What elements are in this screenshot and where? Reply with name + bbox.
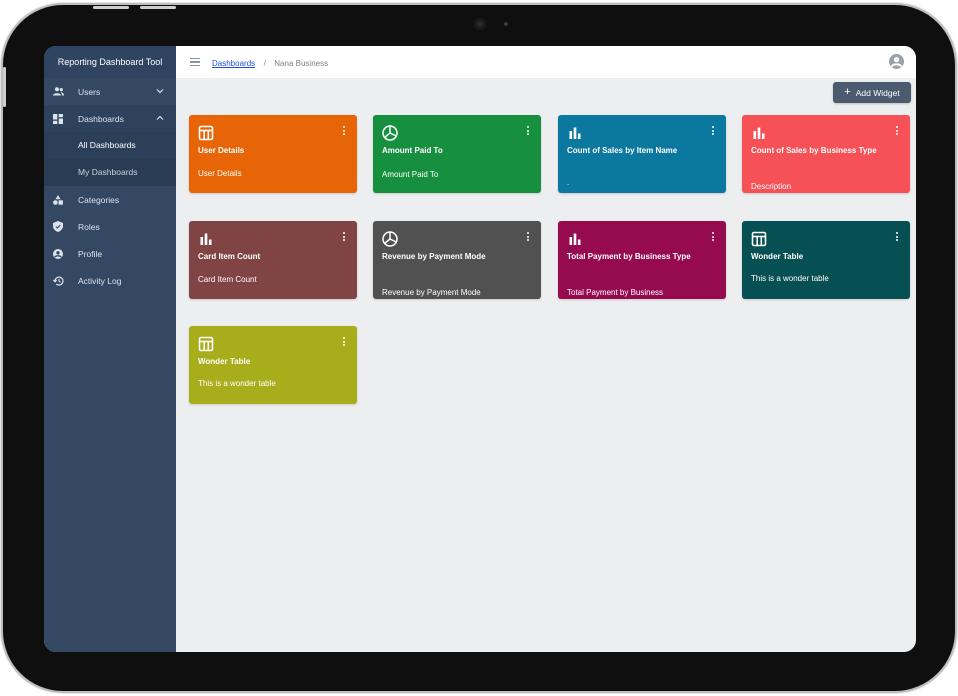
widget-description: Revenue by Payment Mode [382,288,481,297]
more-options-icon[interactable] [895,126,899,136]
chevron-down-icon [156,89,164,94]
widget-description: This is a wonder table [751,274,829,283]
dashboard-icon [52,113,64,125]
more-options-icon[interactable] [342,232,346,242]
widget-title: Count of Sales by Business Type [751,146,877,155]
sidebar-subitem-all-dashboards[interactable]: All Dashboards [44,132,176,159]
sidebar-item-users[interactable]: Users [44,78,176,105]
widget-card[interactable]: Amount Paid To Amount Paid To [373,115,541,193]
more-options-icon[interactable] [342,126,346,136]
widget-description: . [567,178,570,187]
breadcrumb-current: Nana Business [274,59,329,68]
widget-card[interactable]: Count of Sales by Business Type Descript… [742,115,910,193]
sidebar-item-label: Profile [78,248,103,259]
sidebar-subitem-my-dashboards[interactable]: My Dashboards [44,159,176,186]
widget-title: Amount Paid To [382,146,443,155]
topbar: Dashboards / Nana Business [176,46,916,78]
menu-icon[interactable] [190,56,200,68]
sidebar: Reporting Dashboard Tool Users Dashboard… [44,46,176,652]
shield-icon [52,221,64,233]
sidebar-item-roles[interactable]: Roles [44,213,176,240]
more-options-icon[interactable] [526,126,530,136]
bar-chart-icon [569,233,581,245]
power-button [3,67,6,107]
more-options-icon[interactable] [895,232,899,242]
app-title: Reporting Dashboard Tool [44,46,176,78]
widget-title: Revenue by Payment Mode [382,252,486,261]
profile-icon [52,248,64,260]
app-screen: Reporting Dashboard Tool Users Dashboard… [44,46,916,652]
user-avatar-icon [890,57,903,68]
more-options-icon[interactable] [526,232,530,242]
widget-description: Card Item Count [198,275,257,284]
add-widget-label: Add Widget [855,87,900,98]
bar-chart-icon [753,127,765,139]
widget-title: Card Item Count [198,252,261,261]
widget-card[interactable]: Revenue by Payment Mode Revenue by Payme… [373,221,541,299]
avatar[interactable] [889,54,904,69]
widget-card[interactable]: User Details User Details [189,115,357,193]
pie-chart-icon [382,125,398,141]
widget-title: Wonder Table [198,357,251,366]
add-widget-button[interactable]: + Add Widget [833,82,911,103]
table-icon [198,336,214,352]
camera [474,18,486,30]
more-options-icon[interactable] [711,232,715,242]
chevron-up-icon [156,115,164,120]
breadcrumb: Dashboards / Nana Business [212,53,328,71]
widget-card[interactable]: Wonder Table This is a wonder table [189,326,357,404]
widget-description: Description [751,182,792,191]
users-icon [52,86,64,98]
bar-chart-icon [569,127,581,139]
breadcrumb-link-dashboards[interactable]: Dashboards [212,59,255,68]
sidebar-item-label: Activity Log [78,275,122,286]
volume-button [93,6,129,9]
table-icon [198,125,214,141]
widget-title: Count of Sales by Item Name [567,146,678,155]
widget-description: This is a wonder table [198,379,276,388]
widget-card[interactable]: Wonder Table This is a wonder table [742,221,910,299]
sidebar-item-activity-log[interactable]: Activity Log [44,267,176,294]
sidebar-item-label: Categories [78,194,120,205]
table-icon [751,231,767,247]
sidebar-item-label: Dashboards [78,113,124,124]
widget-card[interactable]: Count of Sales by Item Name . [558,115,726,193]
widget-title: Wonder Table [751,252,804,261]
sidebar-item-dashboards[interactable]: Dashboards [44,105,176,132]
sidebar-item-categories[interactable]: Categories [44,186,176,213]
more-options-icon[interactable] [342,337,346,347]
pie-chart-icon [382,231,398,247]
sidebar-item-label: Users [78,86,101,97]
widget-description: User Details [198,169,242,178]
categories-icon [52,194,64,206]
widget-card[interactable]: Card Item Count Card Item Count [189,221,357,299]
volume-button [140,6,176,9]
history-icon [52,275,64,287]
sidebar-item-label: Roles [78,221,100,232]
widget-description: Amount Paid To [382,170,439,179]
more-options-icon[interactable] [711,126,715,136]
widget-description: Total Payment by Business [567,288,664,297]
bar-chart-icon [200,233,212,245]
widget-title: User Details [198,146,245,155]
breadcrumb-separator: / [263,59,266,68]
sensor [504,22,508,26]
widget-card[interactable]: Total Payment by Business Type Total Pay… [558,221,726,299]
plus-icon: + [844,86,851,98]
sidebar-item-profile[interactable]: Profile [44,240,176,267]
widget-title: Total Payment by Business Type [567,252,691,261]
